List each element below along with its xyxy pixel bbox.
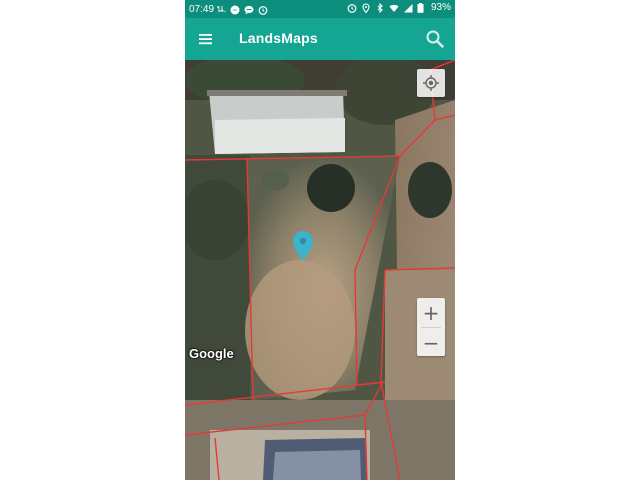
chat-icon xyxy=(244,5,254,15)
signal-icon xyxy=(403,3,413,13)
status-bar: 07:49 น. 93% xyxy=(185,0,455,18)
battery-percent: 93% xyxy=(430,2,451,13)
bluetooth-icon xyxy=(375,2,385,13)
status-time: 07:49 น. xyxy=(189,4,227,15)
phone-screen: 07:49 น. 93% LandsMaps + − Google xyxy=(185,0,455,480)
location-icon xyxy=(361,3,371,13)
battery-icon xyxy=(417,2,427,13)
app-bar: LandsMaps xyxy=(185,18,455,60)
status-bar-right: 93% xyxy=(347,2,451,13)
zoom-controls: + − xyxy=(417,298,445,356)
satellite-map[interactable]: + − Google xyxy=(185,60,455,480)
menu-icon xyxy=(199,34,212,45)
my-location-icon xyxy=(423,75,439,91)
wifi-icon xyxy=(389,3,399,13)
app-title: LandsMaps xyxy=(239,30,318,46)
location-pin-icon[interactable] xyxy=(291,230,315,262)
search-icon xyxy=(426,30,444,48)
google-attribution: Google xyxy=(189,346,234,361)
my-location-button[interactable] xyxy=(417,69,445,97)
zoom-in-button[interactable]: + xyxy=(417,298,445,327)
menu-button[interactable] xyxy=(197,30,215,48)
zoom-out-button[interactable]: − xyxy=(417,328,445,357)
map-imagery xyxy=(185,60,455,480)
status-bar-left: 07:49 น. xyxy=(189,2,268,17)
search-button[interactable] xyxy=(425,29,445,49)
alarm-icon xyxy=(258,5,268,15)
alarm-icon xyxy=(347,3,357,13)
messenger-icon xyxy=(230,5,240,15)
